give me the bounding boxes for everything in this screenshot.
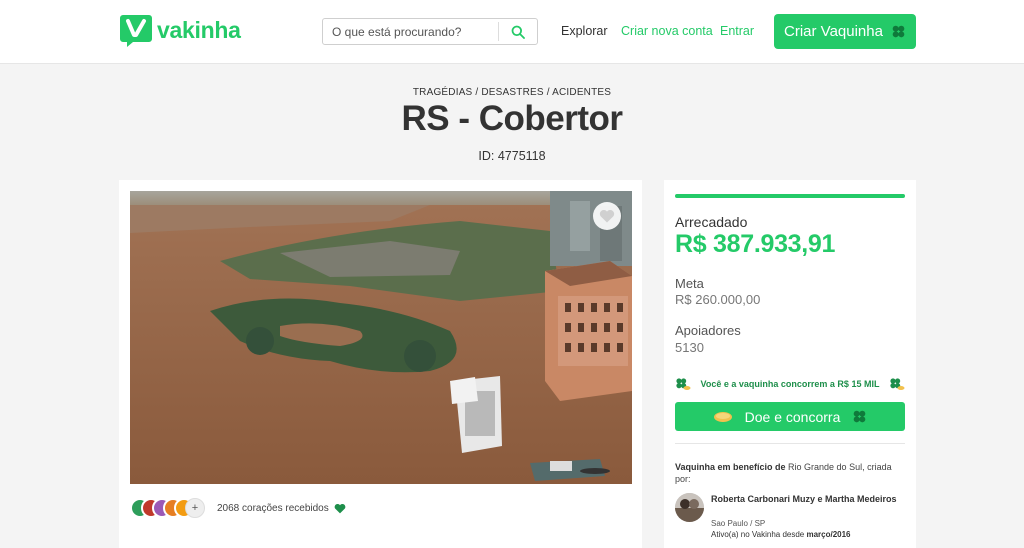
- coin-icon: [713, 411, 732, 422]
- donate-label: Doe e concorra: [744, 408, 841, 425]
- flood-aerial-image: [130, 191, 632, 484]
- campaign-category: TRAGÉDIAS / DESASTRES / ACIDENTES: [412, 87, 612, 98]
- divider: [675, 443, 905, 444]
- search-box: [322, 18, 538, 45]
- goal-value: R$ 260.000,00: [675, 292, 761, 307]
- beneficiary-bold: Vaquinha em benefício de: [675, 462, 786, 472]
- more-supporters-button[interactable]: +: [185, 498, 205, 518]
- donate-button[interactable]: Doe e concorra: [675, 402, 905, 431]
- favorite-button[interactable]: [593, 202, 621, 230]
- vakinha-logo-icon: [120, 15, 152, 47]
- search-icon: [511, 25, 525, 39]
- prize-promo-text: Você e a vaquinha concorrem a R$ 15 MIL: [700, 379, 880, 389]
- search-input[interactable]: [323, 24, 498, 39]
- nav-entrar-link[interactable]: Entrar: [720, 24, 754, 38]
- campaign-media-card: + 2068 corações recebidos: [119, 180, 642, 548]
- raised-label: Arrecadado: [675, 214, 748, 230]
- clover-icon: [854, 410, 866, 423]
- search-button[interactable]: [499, 19, 537, 44]
- campaign-title: RS - Cobertor: [401, 99, 624, 138]
- active-date: março/2016: [806, 530, 851, 539]
- active-prefix: Ativo(a) no Vakinha desde: [711, 530, 807, 539]
- hearts-count: 2068 corações recebidos: [217, 502, 329, 514]
- prize-promo: Você e a vaquinha concorrem a R$ 15 MIL: [675, 377, 905, 391]
- nav-explorar-link[interactable]: Explorar: [561, 24, 608, 38]
- beneficiary-text: Vaquinha em benefício de Rio Grande do S…: [675, 461, 907, 485]
- progress-fill: [675, 194, 905, 198]
- organizer-avatar[interactable]: [675, 493, 704, 522]
- organizer-name[interactable]: Roberta Carbonari Muzy e Martha Medeiros: [711, 493, 901, 505]
- goal-label: Meta: [675, 276, 704, 291]
- campaign-id: ID: 4775118: [478, 149, 546, 163]
- criar-vaquinha-button[interactable]: Criar Vaquinha: [774, 14, 916, 49]
- supporters-value: 5130: [675, 340, 704, 355]
- logo-text: vakinha: [157, 16, 241, 43]
- organizer-photo: [675, 493, 704, 522]
- heart-icon: [599, 209, 615, 223]
- nav-criar-conta-link[interactable]: Criar nova conta: [621, 24, 713, 38]
- clover-coin-icon: [676, 378, 691, 390]
- supporters-label: Apoiadores: [675, 323, 741, 338]
- donation-card: Arrecadado R$ 387.933,91 Meta R$ 260.000…: [664, 180, 916, 548]
- campaign-photo: [130, 191, 632, 484]
- organizer-city: Sao Paulo / SP: [711, 519, 766, 528]
- clover-icon: [892, 25, 905, 38]
- criar-vaquinha-label: Criar Vaquinha: [784, 23, 883, 40]
- clover-coin-icon: [890, 378, 905, 390]
- progress-bar: [675, 194, 905, 198]
- hearts-summary: + 2068 corações recebidos: [130, 498, 346, 518]
- top-header: vakinha Explorar Criar nova conta Entrar…: [0, 0, 1024, 64]
- green-heart-icon: [334, 503, 346, 513]
- raised-value: R$ 387.933,91: [675, 230, 836, 258]
- vakinha-logo[interactable]: vakinha: [119, 13, 241, 47]
- organizer-active-since: Ativo(a) no Vakinha desde março/2016: [711, 530, 851, 539]
